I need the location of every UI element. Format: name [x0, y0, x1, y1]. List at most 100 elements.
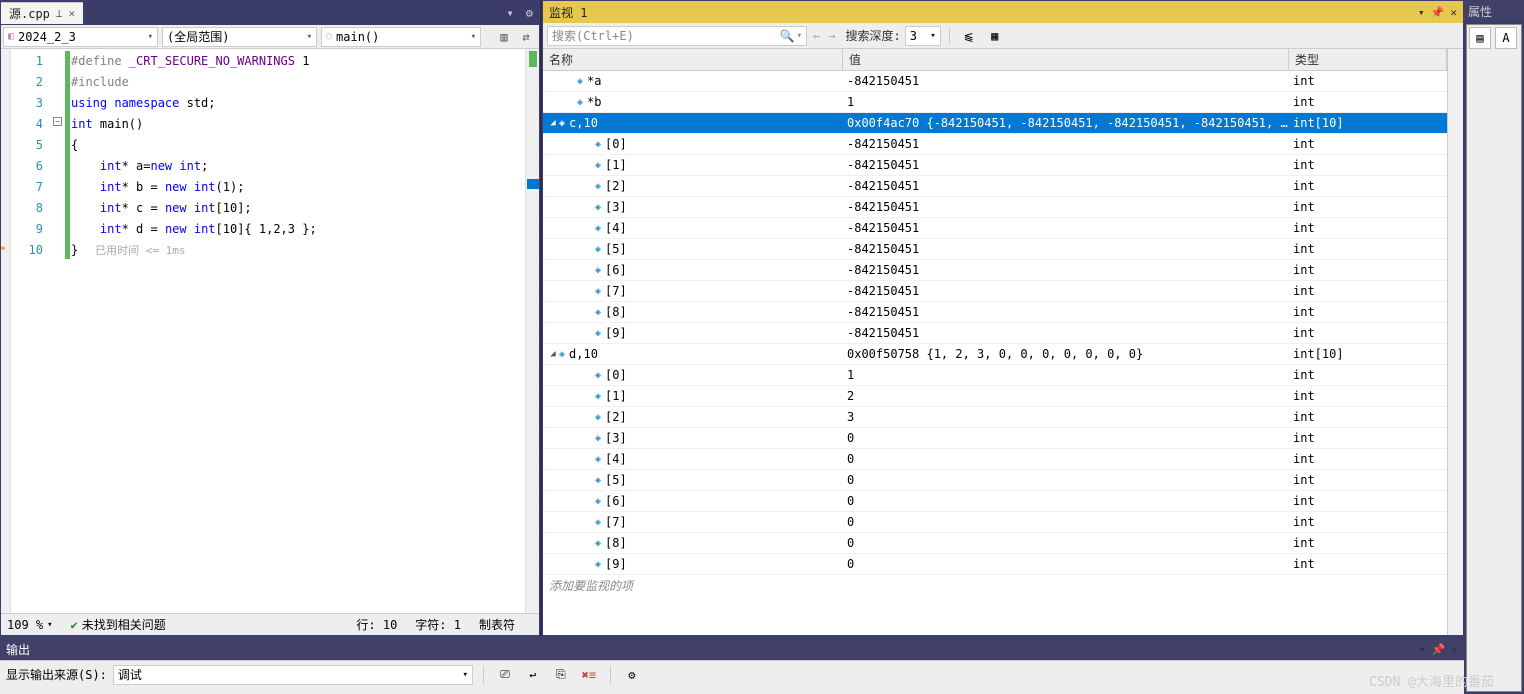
row-value: -842150451 [843, 179, 1289, 193]
output-panel: 输出 ▾ 📌 ✕ 显示输出来源(S): 调试▾ ⎚ ↩ ⎘ ✖≡ ⚙ [0, 636, 1464, 694]
gear-icon[interactable]: ⚙ [520, 6, 539, 20]
function-combo[interactable]: ◌main()▾ [321, 27, 481, 47]
row-value: -842150451 [843, 305, 1289, 319]
code-area[interactable]: ➨ 12345678910 − #define _CRT_SECURE_NO_W… [1, 49, 539, 613]
close-icon[interactable]: ✕ [1450, 6, 1457, 19]
watch-row[interactable]: ◈[5] 0 int [543, 470, 1447, 491]
search-icon[interactable]: 🔍 [780, 29, 795, 43]
output-source-combo[interactable]: 调试▾ [113, 665, 473, 685]
pin-icon[interactable]: 📌 [1431, 6, 1445, 19]
watch-row[interactable]: ◢◈d,10 0x00f50758 {1, 2, 3, 0, 0, 0, 0, … [543, 344, 1447, 365]
pin-icon[interactable]: ⊥ [56, 7, 63, 20]
breakpoint-gutter[interactable]: ➨ [1, 49, 11, 613]
watch-row[interactable]: ◈[7] -842150451 int [543, 281, 1447, 302]
cube-icon: ◈ [595, 559, 601, 570]
row-value: 0 [843, 536, 1289, 550]
cube-icon: ◈ [595, 538, 601, 549]
watch-row[interactable]: ◈[2] 3 int [543, 407, 1447, 428]
pin-icon[interactable]: 📌 [1432, 643, 1446, 656]
row-type: int[10] [1289, 347, 1447, 361]
col-name[interactable]: 名称 [543, 49, 843, 70]
watch-row[interactable]: ◈[2] -842150451 int [543, 176, 1447, 197]
output-title-bar[interactable]: 输出 ▾ 📌 ✕ [0, 638, 1464, 660]
expander-icon[interactable]: ◢ [547, 349, 559, 359]
cube-icon: ◈ [595, 454, 601, 465]
editor-tab-bar: 源.cpp ⊥ × ▾ ⚙ [1, 1, 539, 25]
watch-row[interactable]: ◈[8] 0 int [543, 533, 1447, 554]
current-line-arrow-icon: ➨ [1, 241, 6, 257]
watch-row[interactable]: ◢◈c,10 0x00f4ac70 {-842150451, -84215045… [543, 113, 1447, 134]
depth-label: 搜索深度: [845, 27, 900, 44]
cube-icon: ◈ [595, 433, 601, 444]
watch-row[interactable]: ◈[4] -842150451 int [543, 218, 1447, 239]
watch-row[interactable]: ◈[0] -842150451 int [543, 134, 1447, 155]
tab-dropdown-icon[interactable]: ▾ [501, 6, 520, 20]
grid-icon[interactable]: ▦ [984, 26, 1006, 46]
scope-combo[interactable]: (全局范围)▾ [162, 27, 317, 47]
watch-rows[interactable]: ◈*a -842150451 int ◈*b 1 int ◢◈c,10 0x00… [543, 71, 1447, 635]
row-name: [3] [605, 200, 627, 214]
watch-row[interactable]: ◈[9] 0 int [543, 554, 1447, 575]
watch-row[interactable]: ◈[3] -842150451 int [543, 197, 1447, 218]
watch-row[interactable]: ◈[1] -842150451 int [543, 155, 1447, 176]
output-title: 输出 [6, 641, 30, 658]
project-combo[interactable]: ◧2024_2_3▾ [3, 27, 158, 47]
row-value: 3 [843, 410, 1289, 424]
category-icon[interactable]: ▤ [1469, 27, 1491, 49]
add-watch-row[interactable]: 添加要监视的项 [543, 575, 1447, 596]
watch-row[interactable]: ◈[5] -842150451 int [543, 239, 1447, 260]
row-value: -842150451 [843, 263, 1289, 277]
watch-row[interactable]: ◈[3] 0 int [543, 428, 1447, 449]
wrap-icon[interactable]: ↩ [522, 665, 544, 685]
overview-ruler[interactable] [525, 49, 539, 613]
row-type: int [1289, 221, 1447, 235]
row-type: int [1289, 137, 1447, 151]
properties-title[interactable]: 属性 [1464, 0, 1524, 22]
row-name: [2] [605, 179, 627, 193]
row-value: 0 [843, 494, 1289, 508]
next-icon[interactable]: → [826, 29, 837, 43]
swap-icon[interactable]: ⇄ [517, 28, 535, 46]
watch-row[interactable]: ◈[7] 0 int [543, 512, 1447, 533]
watch-row[interactable]: ◈[0] 1 int [543, 365, 1447, 386]
col-type[interactable]: 类型 [1289, 49, 1447, 70]
depth-combo[interactable]: 3▾ [905, 26, 941, 46]
fold-toggle-icon[interactable]: − [53, 117, 62, 126]
editor-tab[interactable]: 源.cpp ⊥ × [1, 2, 83, 24]
split-icon[interactable]: ▥ [495, 28, 513, 46]
watch-row[interactable]: ◈[9] -842150451 int [543, 323, 1447, 344]
fold-gutter[interactable]: − [51, 49, 65, 613]
cube-icon: ◈ [595, 223, 601, 234]
filter-icon[interactable]: ⫹ [958, 26, 980, 46]
watch-row[interactable]: ◈[4] 0 int [543, 449, 1447, 470]
row-value: 1 [843, 95, 1289, 109]
watch-row[interactable]: ◈*b 1 int [543, 92, 1447, 113]
code-text[interactable]: #define _CRT_SECURE_NO_WARNINGS 1 #inclu… [71, 49, 525, 613]
expander-icon[interactable]: ◢ [547, 118, 559, 128]
search-input[interactable]: 搜索(Ctrl+E) 🔍 ▾ [547, 26, 807, 46]
watch-row[interactable]: ◈[6] 0 int [543, 491, 1447, 512]
watch-title: 监视 1 [549, 4, 587, 21]
clear-all-icon[interactable]: ✖≡ [578, 665, 600, 685]
close-icon[interactable]: × [69, 7, 76, 20]
prev-icon[interactable]: ← [811, 29, 822, 43]
watch-row[interactable]: ◈*a -842150451 int [543, 71, 1447, 92]
clear-icon[interactable]: ⎚ [494, 665, 516, 685]
dropdown-icon[interactable]: ▾ [1418, 6, 1425, 19]
watch-title-bar[interactable]: 监视 1 ▾ 📌 ✕ [543, 1, 1463, 23]
zoom-level[interactable]: 109 % ▾ [7, 618, 53, 632]
col-value[interactable]: 值 [843, 49, 1289, 70]
goto-icon[interactable]: ⎘ [550, 665, 572, 685]
watch-panel: 监视 1 ▾ 📌 ✕ 搜索(Ctrl+E) 🔍 ▾ ← → 搜索深度: 3▾ [542, 0, 1464, 636]
watch-row[interactable]: ◈[6] -842150451 int [543, 260, 1447, 281]
scrollbar[interactable] [1447, 49, 1463, 635]
watch-row[interactable]: ◈[8] -842150451 int [543, 302, 1447, 323]
issues-status[interactable]: ✔未找到相关问题 [71, 616, 166, 633]
alpha-icon[interactable]: A [1495, 27, 1517, 49]
close-icon[interactable]: ✕ [1451, 643, 1458, 656]
dropdown-icon[interactable]: ▾ [1419, 643, 1426, 656]
row-name: [4] [605, 452, 627, 466]
watch-row[interactable]: ◈[1] 2 int [543, 386, 1447, 407]
row-value: -842150451 [843, 200, 1289, 214]
settings-icon[interactable]: ⚙ [621, 665, 643, 685]
